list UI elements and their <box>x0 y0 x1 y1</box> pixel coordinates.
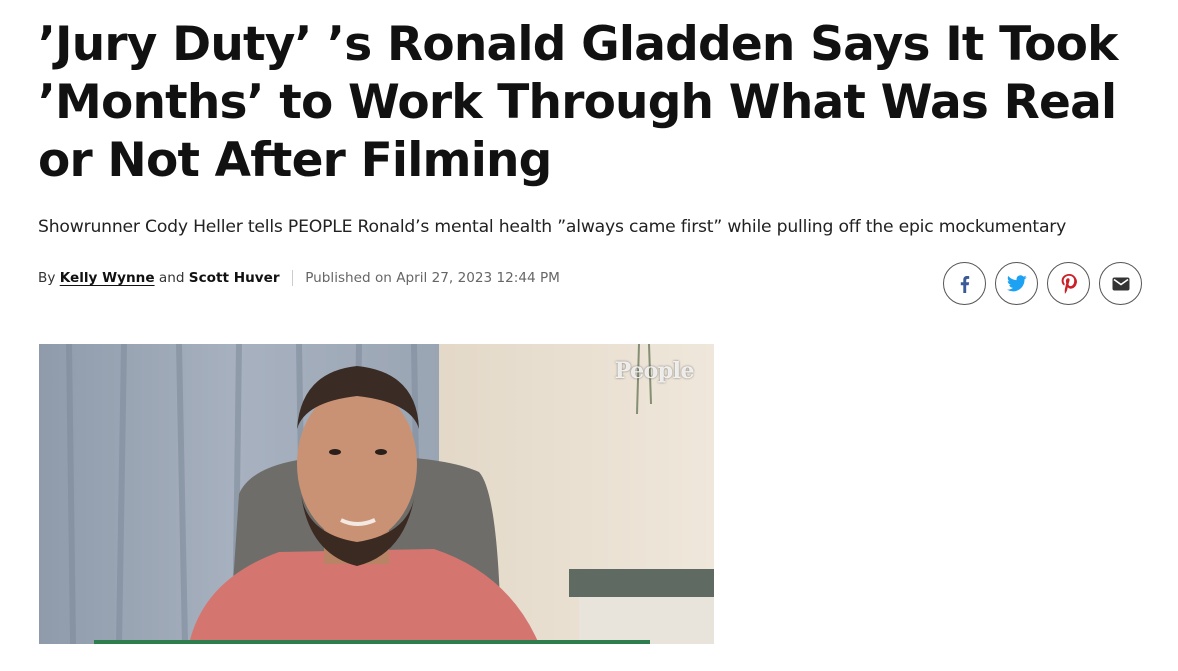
share-facebook-button[interactable] <box>943 262 986 305</box>
byline-by: By <box>38 270 56 286</box>
share-buttons <box>943 262 1142 305</box>
byline-divider <box>291 270 293 286</box>
email-icon <box>1112 277 1129 290</box>
subheadline: Showrunner Cody Heller tells PEOPLE Rona… <box>38 217 1067 237</box>
share-twitter-button[interactable] <box>995 262 1038 305</box>
video-watermark-logo: People <box>614 358 695 384</box>
video-player[interactable]: People <box>39 344 714 644</box>
headline: ’Jury Duty’ ’s Ronald Gladden Says It To… <box>38 17 1118 188</box>
byline: By Kelly Wynne and Scott Huver Published… <box>38 268 560 288</box>
video-thumbnail <box>39 344 714 644</box>
twitter-icon <box>1006 275 1027 292</box>
pinterest-icon <box>1061 273 1077 294</box>
author-scott-huver[interactable]: Scott Huver <box>189 270 280 286</box>
publish-date: Published on April 27, 2023 12:44 PM <box>305 270 560 286</box>
byline-and: and <box>158 270 185 286</box>
article-header: ’Jury Duty’ ’s Ronald Gladden Says It To… <box>38 16 1158 190</box>
facebook-icon <box>960 275 969 293</box>
share-pinterest-button[interactable] <box>1047 262 1090 305</box>
author-link-kelly-wynne[interactable]: Kelly Wynne <box>60 270 155 286</box>
share-email-button[interactable] <box>1099 262 1142 305</box>
